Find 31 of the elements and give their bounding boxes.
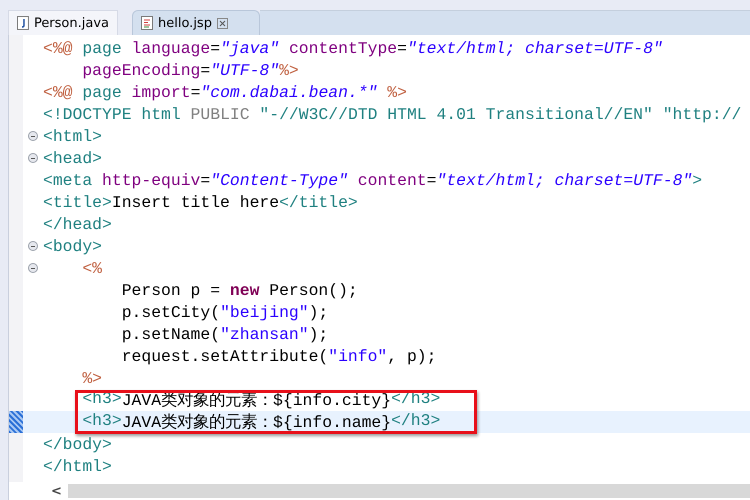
- line-marker-icon: [9, 411, 23, 433]
- code-line: <%: [81, 258, 102, 278]
- code-line: <!DOCTYPE html PUBLIC "-//W3C//DTD HTML 4.01 Transitional//EN" "http://: [43, 104, 742, 124]
- code-line: <%@ page import="com.dabai.bean.*" %>: [43, 82, 407, 102]
- code-line: <title>Insert title here</title>: [43, 192, 358, 212]
- code-editor[interactable]: [8, 35, 750, 500]
- code-line: <%@ page language="java" contentType="text/html; charset=UTF-8": [43, 38, 663, 58]
- code-line: </html>: [43, 456, 112, 476]
- jsp-file-icon: [141, 16, 153, 30]
- fold-icon[interactable]: [28, 241, 38, 251]
- code-line: p.setCity("beijing");: [120, 302, 328, 322]
- scroll-left-button[interactable]: <: [45, 482, 68, 500]
- close-icon[interactable]: [216, 18, 228, 28]
- code-line: <body>: [43, 236, 102, 256]
- java-file-icon: [17, 16, 29, 30]
- code-line: request.setAttribute("info", p);: [120, 346, 436, 366]
- code-line: pageEncoding="UTF-8"%>: [81, 60, 299, 80]
- code-line: <h3>JAVA类对象的元素：${info.name}</h3>: [81, 411, 440, 433]
- code-line: <head>: [43, 148, 102, 168]
- editor-tab[interactable]: hello.jsp: [132, 10, 260, 35]
- code-line: p.setName("zhansan");: [120, 324, 328, 344]
- code-line: Person p = new Person();: [120, 280, 358, 300]
- fold-icon[interactable]: [28, 263, 38, 273]
- code-line: </body>: [43, 434, 112, 454]
- editor-tab[interactable]: Person.java: [8, 10, 118, 35]
- code-line: </head>: [43, 214, 112, 234]
- code-line: %>: [81, 368, 102, 388]
- code-line: <html>: [43, 126, 102, 146]
- fold-icon[interactable]: [28, 131, 38, 141]
- code-line: <meta http-equiv="Content-Type" content="text/html; charset=UTF-8">: [43, 170, 702, 190]
- fold-icon[interactable]: [28, 153, 38, 163]
